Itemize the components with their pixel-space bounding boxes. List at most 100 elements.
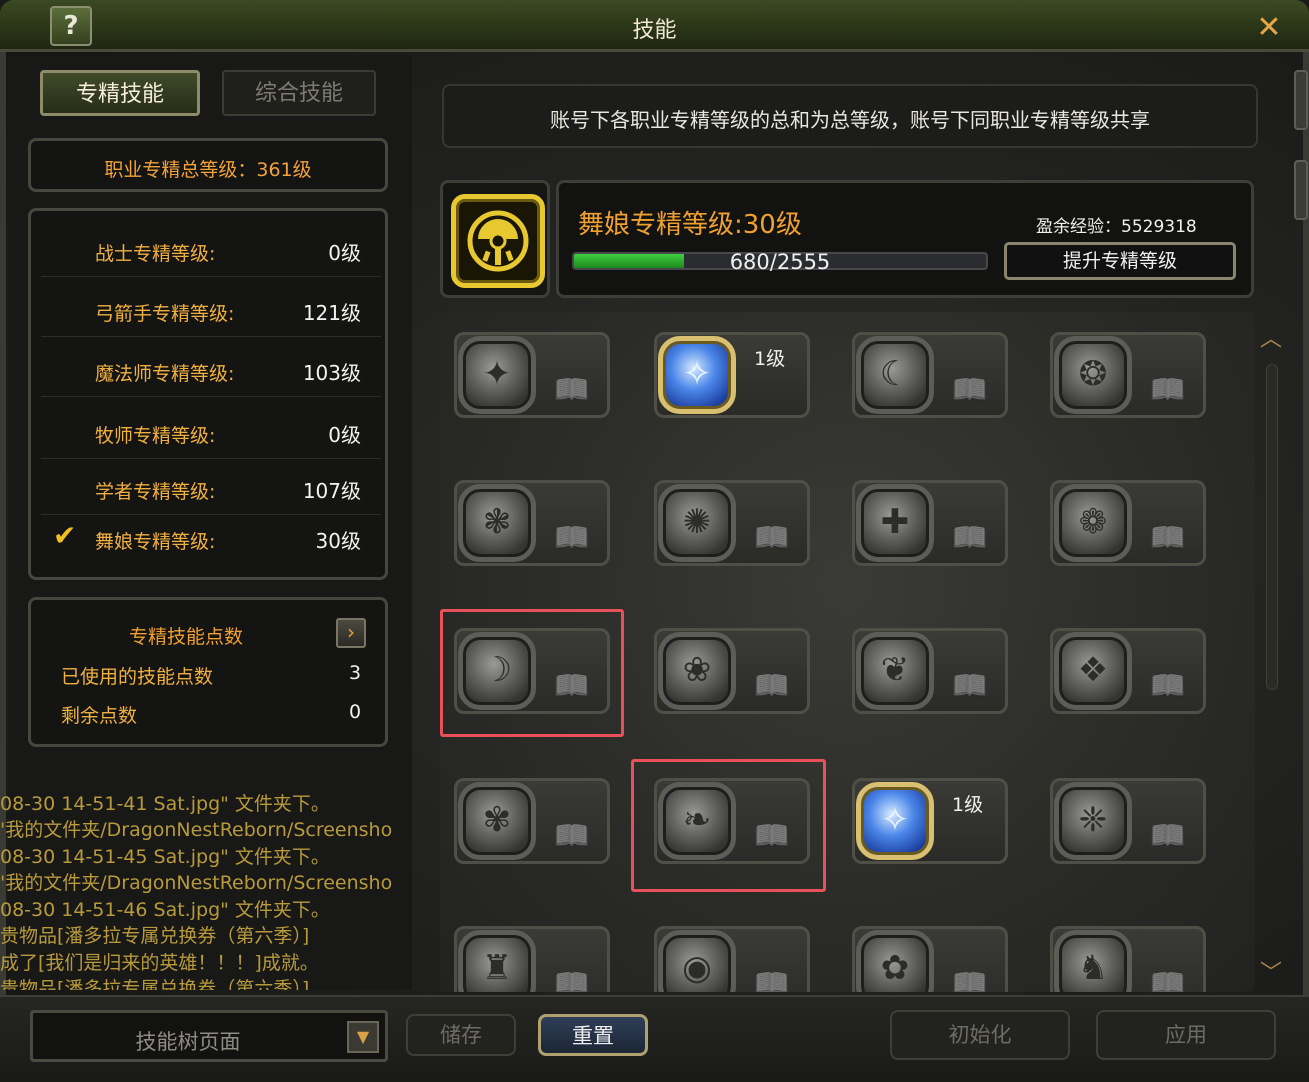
skill-glyph: ✾ bbox=[482, 800, 512, 840]
chat-line: 08-30 14-51-41 Sat.jpg" 文件夹下。 bbox=[0, 793, 330, 815]
skill-glyph: ♜ bbox=[481, 948, 513, 988]
side-tab[interactable] bbox=[1294, 160, 1308, 220]
class-row-kali[interactable]: ✔ 舞娘专精等级: 30级 bbox=[41, 509, 381, 565]
skill-book-icon: 📖 bbox=[553, 373, 591, 408]
tab-specialization-skills[interactable]: 专精技能 bbox=[40, 70, 200, 116]
spec-level-title: 舞娘专精等级:30级 bbox=[578, 210, 802, 240]
skill-level: 1级 bbox=[754, 348, 786, 370]
skill-glyph: ❃ bbox=[482, 502, 512, 542]
beast-icon[interactable]: ✿ bbox=[856, 930, 934, 992]
scrollbar-track[interactable] bbox=[1266, 364, 1278, 690]
skill-glyph: ❦ bbox=[880, 650, 910, 690]
vortex-icon[interactable]: ❃ bbox=[458, 484, 536, 562]
wing-burst-icon[interactable]: ✺ bbox=[658, 484, 736, 562]
heart-wing-icon[interactable]: ❦ bbox=[856, 632, 934, 710]
chat-line: 贵物品[潘多拉专属兑换券（第六季）] bbox=[0, 978, 310, 990]
skill-book-icon: 📖 bbox=[1149, 819, 1187, 854]
skill-tree-select-value: 技能树页面 bbox=[135, 1030, 241, 1054]
class-name: 学者专精等级: bbox=[95, 481, 216, 503]
initialize-button[interactable]: 初始化 bbox=[890, 1010, 1070, 1060]
skill-book-icon: 📖 bbox=[553, 819, 591, 854]
reset-button[interactable]: 重置 bbox=[538, 1014, 648, 1056]
skill-book-icon: 📖 bbox=[1149, 669, 1187, 704]
blue-leap-icon[interactable]: ✧ bbox=[856, 782, 934, 860]
info-bar: 账号下各职业专精等级的总和为总等级，账号下同职业专精等级共享 bbox=[442, 84, 1258, 148]
class-name: 牧师专精等级: bbox=[95, 425, 216, 447]
skill-book-icon: 📖 bbox=[1149, 373, 1187, 408]
skill-book-icon: 📖 bbox=[753, 669, 791, 704]
exp-progress-text: 680/2555 bbox=[729, 250, 831, 274]
tab-general-skills[interactable]: 综合技能 bbox=[222, 70, 376, 116]
class-row-warrior[interactable]: 战士专精等级: 0级 bbox=[41, 221, 381, 277]
total-level-text: 职业专精总等级：361级 bbox=[104, 159, 312, 181]
chat-line: '我的文件夹/DragonNestReborn/Screensho bbox=[0, 819, 393, 841]
skill-book-icon: 📖 bbox=[1149, 967, 1187, 992]
highlight-box bbox=[631, 759, 826, 892]
close-icon[interactable]: ✕ bbox=[1250, 10, 1288, 48]
used-points-label: 已使用的技能点数 bbox=[61, 666, 214, 688]
skill-tree-select[interactable]: 技能树页面 ▼ bbox=[30, 1010, 388, 1062]
skill-book-icon: 📖 bbox=[753, 967, 791, 992]
class-level-list: 战士专精等级: 0级 弓箭手专精等级: 121级 魔法师专精等级: 103级 牧… bbox=[28, 208, 388, 580]
used-points-value: 3 bbox=[349, 662, 362, 684]
swirl-serpent-icon[interactable]: ❀ bbox=[658, 632, 736, 710]
class-name: 舞娘专精等级: bbox=[95, 531, 216, 553]
chat-line: '我的文件夹/DragonNestReborn/Screensho bbox=[0, 872, 393, 894]
chat-line: 08-30 14-51-46 Sat.jpg" 文件夹下。 bbox=[0, 899, 330, 921]
scroll-up-icon[interactable]: ︿ bbox=[1258, 329, 1284, 352]
knot-icon[interactable]: ✾ bbox=[458, 782, 536, 860]
save-button[interactable]: 储存 bbox=[406, 1014, 516, 1056]
skill-glyph: ◉ bbox=[682, 948, 712, 988]
skill-book-icon: 📖 bbox=[951, 669, 989, 704]
crescent-slash-icon[interactable]: ☾ bbox=[856, 336, 934, 414]
info-text: 账号下各职业专精等级的总和为总等级，账号下同职业专精等级共享 bbox=[550, 108, 1150, 132]
surplus-exp: 盈余经验：5529318 bbox=[1036, 217, 1197, 237]
tower-icon[interactable]: ♜ bbox=[458, 930, 536, 992]
apply-button[interactable]: 应用 bbox=[1096, 1010, 1276, 1060]
eye-icon[interactable]: ◉ bbox=[658, 930, 736, 992]
skill-glyph: ❈ bbox=[1078, 800, 1108, 840]
class-level: 30级 bbox=[315, 529, 361, 553]
chevron-right-icon[interactable]: › bbox=[336, 618, 366, 648]
skill-glyph: ❁ bbox=[1078, 502, 1108, 542]
class-row-academic[interactable]: 学者专精等级: 107级 bbox=[41, 459, 381, 515]
skill-book-icon: 📖 bbox=[753, 521, 791, 556]
kali-class-icon bbox=[451, 194, 545, 288]
dancer-figure-icon[interactable]: ✦ bbox=[458, 336, 536, 414]
skill-glyph: ✿ bbox=[880, 948, 910, 988]
skill-glyph: ✦ bbox=[482, 354, 512, 394]
chat-line: 成了[我们是归来的英雄！！！]成就。 bbox=[0, 952, 319, 974]
kneeling-figure-icon[interactable]: ♞ bbox=[1054, 930, 1132, 992]
flame-swirl-icon[interactable]: ❂ bbox=[1054, 336, 1132, 414]
upgrade-spec-button[interactable]: 提升专精等级 bbox=[1004, 242, 1236, 280]
twirl-dancer-icon[interactable]: ❁ bbox=[1054, 484, 1132, 562]
skill-glyph: ✺ bbox=[682, 502, 712, 542]
skill-points-box: 专精技能点数 › 已使用的技能点数 3 剩余点数 0 bbox=[28, 597, 388, 747]
skill-book-icon: 📖 bbox=[951, 967, 989, 992]
chevron-down-icon[interactable]: ▼ bbox=[347, 1021, 379, 1053]
skill-book-icon: 📖 bbox=[553, 967, 591, 992]
skill-glyph: ❀ bbox=[682, 650, 712, 690]
remaining-points-value: 0 bbox=[349, 701, 362, 723]
window-title: 技能 bbox=[632, 18, 677, 43]
class-name: 战士专精等级: bbox=[95, 243, 216, 265]
class-name: 魔法师专精等级: bbox=[95, 363, 235, 385]
skill-glyph: ✧ bbox=[880, 800, 910, 840]
skill-book-icon: 📖 bbox=[951, 521, 989, 556]
blue-spiral-icon[interactable]: ✧ bbox=[658, 336, 736, 414]
class-row-cleric[interactable]: 牧师专精等级: 0级 bbox=[41, 403, 381, 459]
mp-buff-icon[interactable]: ✚ bbox=[856, 484, 934, 562]
scroll-down-icon[interactable]: ﹀ bbox=[1258, 963, 1284, 986]
side-tab[interactable] bbox=[1294, 70, 1308, 130]
class-level: 0级 bbox=[328, 241, 361, 265]
skill-glyph: ♞ bbox=[1077, 948, 1109, 988]
phoenix-icon[interactable]: ❖ bbox=[1054, 632, 1132, 710]
mask-icon[interactable]: ❈ bbox=[1054, 782, 1132, 860]
class-row-sorceress[interactable]: 魔法师专精等级: 103级 bbox=[41, 341, 381, 397]
class-level: 107级 bbox=[302, 479, 361, 503]
chat-line: 贵物品[潘多拉专属兑换券（第六季）] bbox=[0, 925, 310, 947]
highlight-box bbox=[440, 609, 624, 737]
class-level: 121级 bbox=[302, 301, 361, 325]
class-row-archer[interactable]: 弓箭手专精等级: 121级 bbox=[41, 281, 381, 337]
skill-points-title: 专精技能点数 bbox=[128, 626, 243, 648]
